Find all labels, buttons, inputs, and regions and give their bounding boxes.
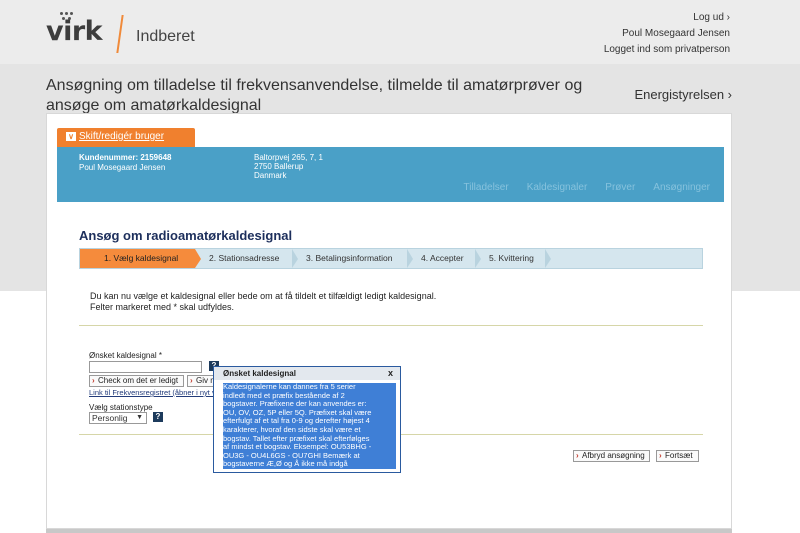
switch-user-button[interactable]: ∨ Skift/redigér bruger <box>57 128 195 147</box>
cancel-application-label: Afbryd ansøgning <box>582 451 645 460</box>
panel-nav: Tilladelser Kaldesignaler Prøver Ansøgni… <box>463 182 710 193</box>
customer-name: Poul Mosegaard Jensen <box>79 163 166 172</box>
customer-info-bar: Kundenummer: 2159648 Poul Mosegaard Jens… <box>57 147 724 202</box>
callsign-tooltip: Ønsket kaldesignal x Kaldesignalerne kan… <box>213 366 401 473</box>
step-5: 5. Kvittering <box>475 249 551 268</box>
step-1: 1. Vælg kaldesignal <box>80 249 201 268</box>
section-name: Indberet <box>136 28 195 45</box>
top-header: virk Indberet Log ud › Poul Mosegaard Je… <box>0 0 800 64</box>
customer-address: Baltorpvej 265, 7, 1 2750 Ballerup Danma… <box>254 153 323 180</box>
logout-link[interactable]: Log ud › <box>604 10 730 26</box>
address-line: Danmark <box>254 171 287 180</box>
panel-bottom-edge <box>46 529 732 533</box>
nav-ansoegninger[interactable]: Ansøgninger <box>653 182 710 193</box>
nav-kaldesignaler[interactable]: Kaldesignaler <box>527 182 588 193</box>
form-title: Ansøg om radioamatørkaldesignal <box>79 228 293 243</box>
switch-user-label: Skift/redigér bruger <box>79 131 165 142</box>
chevron-down-icon: ∨ <box>66 132 76 141</box>
close-icon[interactable]: x <box>388 368 393 378</box>
agency-link[interactable]: Energistyrelsen › <box>634 87 732 102</box>
tooltip-body: Kaldesignalerne kan dannes fra 5 serier … <box>223 382 396 469</box>
user-area: Log ud › Poul Mosegaard Jensen Logget in… <box>604 10 730 58</box>
continue-button[interactable]: › Fortsæt <box>656 450 699 462</box>
intro-line: Du kan nu vælge et kaldesignal eller bed… <box>90 291 437 301</box>
step-label: 3. Betalingsinformation <box>306 253 393 263</box>
continue-label: Fortsæt <box>665 451 693 460</box>
check-availability-button[interactable]: › Check om det er ledigt <box>89 375 184 387</box>
check-availability-label: Check om det er ledigt <box>98 376 179 385</box>
nav-tilladelser[interactable]: Tilladelser <box>463 182 508 193</box>
step-label: 5. Kvittering <box>489 253 534 263</box>
customer-number: Kundenummer: 2159648 <box>79 153 172 162</box>
step-4: 4. Accepter <box>407 249 481 268</box>
nav-proever[interactable]: Prøver <box>605 182 635 193</box>
tooltip-title: Ønsket kaldesignal <box>214 367 400 380</box>
frekvensregister-link[interactable]: Link til Frekvensregistret (åbner i nyt … <box>89 388 214 397</box>
address-line: Baltorpvej 265, 7, 1 <box>254 153 323 162</box>
address-line: 2750 Ballerup <box>254 162 304 171</box>
logo-separator <box>116 15 124 53</box>
cancel-application-button[interactable]: › Afbryd ansøgning <box>573 450 650 462</box>
arrow-right-icon: › <box>576 451 579 460</box>
step-label: 2. Stationsadresse <box>209 253 280 263</box>
step-3: 3. Betalingsinformation <box>292 249 413 268</box>
page-title: Ansøgning om tilladelse til frekvensanve… <box>46 77 583 114</box>
callsign-label: Ønsket kaldesignal * <box>89 351 162 360</box>
tooltip-line: bogstaverne Æ,Ø og Å ikke må indgå <box>223 459 348 469</box>
station-type-help-icon[interactable]: ? <box>153 412 163 422</box>
station-type-value: Personlig <box>92 413 128 423</box>
step-label: 4. Accepter <box>421 253 464 263</box>
login-status: Logget ind som privatperson <box>603 44 730 55</box>
intro-line: Felter markeret med * skal udfyldes. <box>90 302 235 312</box>
user-name: Poul Mosegaard Jensen <box>622 28 730 39</box>
arrow-right-icon: › <box>190 376 193 385</box>
callsign-input[interactable] <box>89 361 202 373</box>
arrow-right-icon: › <box>659 451 662 460</box>
arrow-right-icon: › <box>92 376 95 385</box>
station-type-label: Vælg stationstype <box>89 403 153 412</box>
caret-down-icon: ▼ <box>136 414 143 421</box>
step-label: 1. Vælg kaldesignal <box>104 253 179 263</box>
step-progress: 1. Vælg kaldesignal 2. Stationsadresse 3… <box>79 248 703 269</box>
step-2: 2. Stationsadresse <box>195 249 298 268</box>
virk-logo[interactable]: virk <box>46 16 103 47</box>
divider <box>79 325 703 326</box>
intro-text: Du kan nu vælge et kaldesignal eller bed… <box>90 291 436 313</box>
station-type-select[interactable]: Personlig ▼ <box>89 412 147 424</box>
